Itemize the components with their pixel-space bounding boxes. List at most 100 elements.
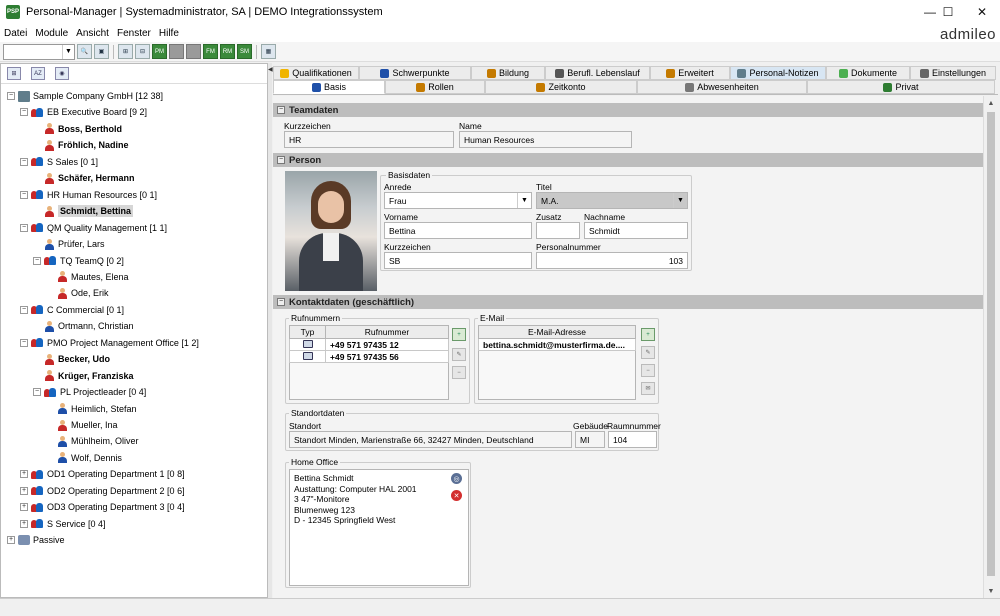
save-icon[interactable]: ▣ <box>94 44 109 59</box>
close-button[interactable]: ✕ <box>964 2 1000 22</box>
collapse-icon[interactable]: − <box>277 106 285 114</box>
add-phone-icon[interactable]: + <box>452 328 466 341</box>
menu-fenster[interactable]: Fenster <box>113 28 155 39</box>
tree-item[interactable]: − PMO Project Management Office [1 2] <box>20 335 199 351</box>
raumnummer-field[interactable]: 104 <box>608 431 657 448</box>
collapse-icon[interactable]: − <box>20 223 28 232</box>
tree-item[interactable]: Mautes, Elena <box>57 269 129 285</box>
collapse-icon[interactable]: − <box>20 338 28 347</box>
collapse-icon[interactable]: − <box>20 190 28 199</box>
tree-item[interactable]: Heimlich, Stefan <box>57 401 137 417</box>
tab-berufl-lebenslauf[interactable]: Berufl. Lebenslauf <box>545 66 650 80</box>
edit-email-icon[interactable]: ✎ <box>641 346 655 359</box>
menu-module[interactable]: Module <box>31 28 72 39</box>
tree-item[interactable]: + S Service [0 4] <box>20 516 106 532</box>
standort-field[interactable]: Standort Minden, Marienstraße 66, 32427 … <box>289 431 572 448</box>
layout-icon[interactable]: ▦ <box>261 44 276 59</box>
module-green-3-icon[interactable]: RM <box>220 44 235 59</box>
tree-item[interactable]: + OD1 Operating Department 1 [0 8] <box>20 466 185 482</box>
collapse-icon[interactable]: − <box>277 298 285 306</box>
collapse-icon[interactable]: − <box>20 305 28 314</box>
tab-basis[interactable]: Basis <box>273 80 385 94</box>
module-green-2-icon[interactable]: FM <box>203 44 218 59</box>
collapse-icon[interactable]: − <box>33 256 41 265</box>
expand-icon[interactable]: + <box>20 519 28 528</box>
tab-bildung[interactable]: Bildung <box>471 66 545 80</box>
tree-item[interactable]: − EB Executive Board [9 2] <box>20 104 147 120</box>
table-row[interactable]: +49 571 97435 12 <box>289 338 449 351</box>
scroll-down-icon[interactable]: ▼ <box>984 584 998 598</box>
gebaeude-field[interactable]: MI <box>575 431 605 448</box>
tree-item[interactable]: − TQ TeamQ [0 2] <box>33 253 124 269</box>
module-green-4-icon[interactable]: SM <box>237 44 252 59</box>
tab-rollen[interactable]: Rollen <box>385 80 485 94</box>
quick-search-combo[interactable]: ▼ <box>3 43 75 60</box>
tree-item[interactable]: − HR Human Resources [0 1] <box>20 187 157 203</box>
alphabetic-list-icon[interactable]: AZ <box>31 67 45 80</box>
tree-item[interactable]: − PL Projectleader [0 4] <box>33 384 146 400</box>
chevron-down-icon[interactable]: ▼ <box>673 193 687 208</box>
vorname-field[interactable]: Bettina <box>384 222 532 239</box>
delete-email-icon[interactable]: − <box>641 364 655 377</box>
tab-qualifikationen[interactable]: Qualifikationen <box>273 66 359 80</box>
org-icon[interactable]: ⊞ <box>118 44 133 59</box>
tab-erweitert[interactable]: Erweitert <box>650 66 730 80</box>
tree-item[interactable]: Mühlheim, Oliver <box>57 433 139 449</box>
section-teamdaten[interactable]: − Teamdaten <box>273 103 983 117</box>
tree-item[interactable]: + OD3 Operating Department 3 [0 4] <box>20 499 185 515</box>
collapse-icon[interactable]: − <box>20 108 28 117</box>
tree-item[interactable]: − QM Quality Management [1 1] <box>20 220 167 236</box>
table-row[interactable]: +49 571 97435 56 <box>289 350 449 363</box>
personalnummer-field[interactable]: 103 <box>536 252 688 269</box>
tree-item[interactable]: Prüfer, Lars <box>44 236 105 252</box>
chevron-down-icon[interactable]: ▼ <box>517 193 531 208</box>
section-kontaktdaten[interactable]: − Kontaktdaten (geschäftlich) <box>273 295 983 309</box>
tab-zeitkonto[interactable]: Zeitkonto <box>485 80 637 94</box>
module-green-1-icon[interactable]: PM <box>152 44 167 59</box>
tree-item[interactable]: Krüger, Franziska <box>44 368 134 384</box>
expand-icon[interactable]: + <box>20 470 28 479</box>
tree-item[interactable]: Schäfer, Hermann <box>44 170 135 186</box>
org-chart-icon[interactable]: ⊞ <box>7 67 21 80</box>
tab-personal-notizen[interactable]: Personal-Notizen <box>730 66 826 80</box>
table-row[interactable]: bettina.schmidt@musterfirma.de.... <box>478 338 636 351</box>
round-icon[interactable]: ◉ <box>55 67 69 80</box>
tree-item[interactable]: − S Sales [0 1] <box>20 154 98 170</box>
send-email-icon[interactable]: ✉ <box>641 382 655 395</box>
tree-item[interactable]: Ode, Erik <box>57 285 109 301</box>
menu-ansicht[interactable]: Ansicht <box>72 28 113 39</box>
tab-dokumente[interactable]: Dokumente <box>826 66 910 80</box>
nachname-field[interactable]: Schmidt <box>584 222 688 239</box>
expand-icon[interactable]: + <box>7 536 15 545</box>
tab-privat[interactable]: Privat <box>807 80 995 94</box>
scroll-thumb[interactable] <box>987 112 995 576</box>
module-gray-2-icon[interactable] <box>186 44 201 59</box>
expand-icon[interactable]: + <box>20 503 28 512</box>
tree-item[interactable]: Schmidt, Bettina <box>44 203 134 219</box>
tree-item[interactable]: Boss, Berthold <box>44 121 122 137</box>
collapse-icon[interactable]: − <box>33 388 41 397</box>
panel-splitter[interactable] <box>268 63 272 598</box>
collapse-arrow-icon[interactable]: ◀ <box>268 66 273 73</box>
collapse-icon[interactable]: − <box>277 156 285 164</box>
person-key-icon[interactable]: ⊟ <box>135 44 150 59</box>
content-scrollbar[interactable]: ▲ ▼ <box>983 96 998 598</box>
tab-abwesenheiten[interactable]: Abwesenheiten <box>637 80 807 94</box>
team-kurzzeichen-field[interactable]: HR <box>284 131 454 148</box>
module-gray-1-icon[interactable] <box>169 44 184 59</box>
employee-photo[interactable] <box>285 171 377 291</box>
titel-select[interactable]: M.A. ▼ <box>536 192 688 209</box>
tab-schwerpunkte[interactable]: Schwerpunkte <box>359 66 471 80</box>
edit-phone-icon[interactable]: ✎ <box>452 348 466 361</box>
delete-icon[interactable]: ✕ <box>451 490 462 501</box>
tree-item[interactable]: + Passive <box>7 532 65 548</box>
section-person[interactable]: − Person <box>273 153 983 167</box>
info-icon[interactable]: ◎ <box>451 473 462 484</box>
delete-phone-icon[interactable]: − <box>452 366 466 379</box>
home-office-textarea[interactable]: Bettina Schmidt Austattung: Computer HAL… <box>289 469 469 586</box>
tree-item[interactable]: Ortmann, Christian <box>44 318 134 334</box>
tab-einstellungen[interactable]: Einstellungen <box>910 66 996 80</box>
search-icon[interactable]: 🔍 <box>77 44 92 59</box>
scroll-up-icon[interactable]: ▲ <box>984 96 998 110</box>
menu-hilfe[interactable]: Hilfe <box>155 28 183 39</box>
